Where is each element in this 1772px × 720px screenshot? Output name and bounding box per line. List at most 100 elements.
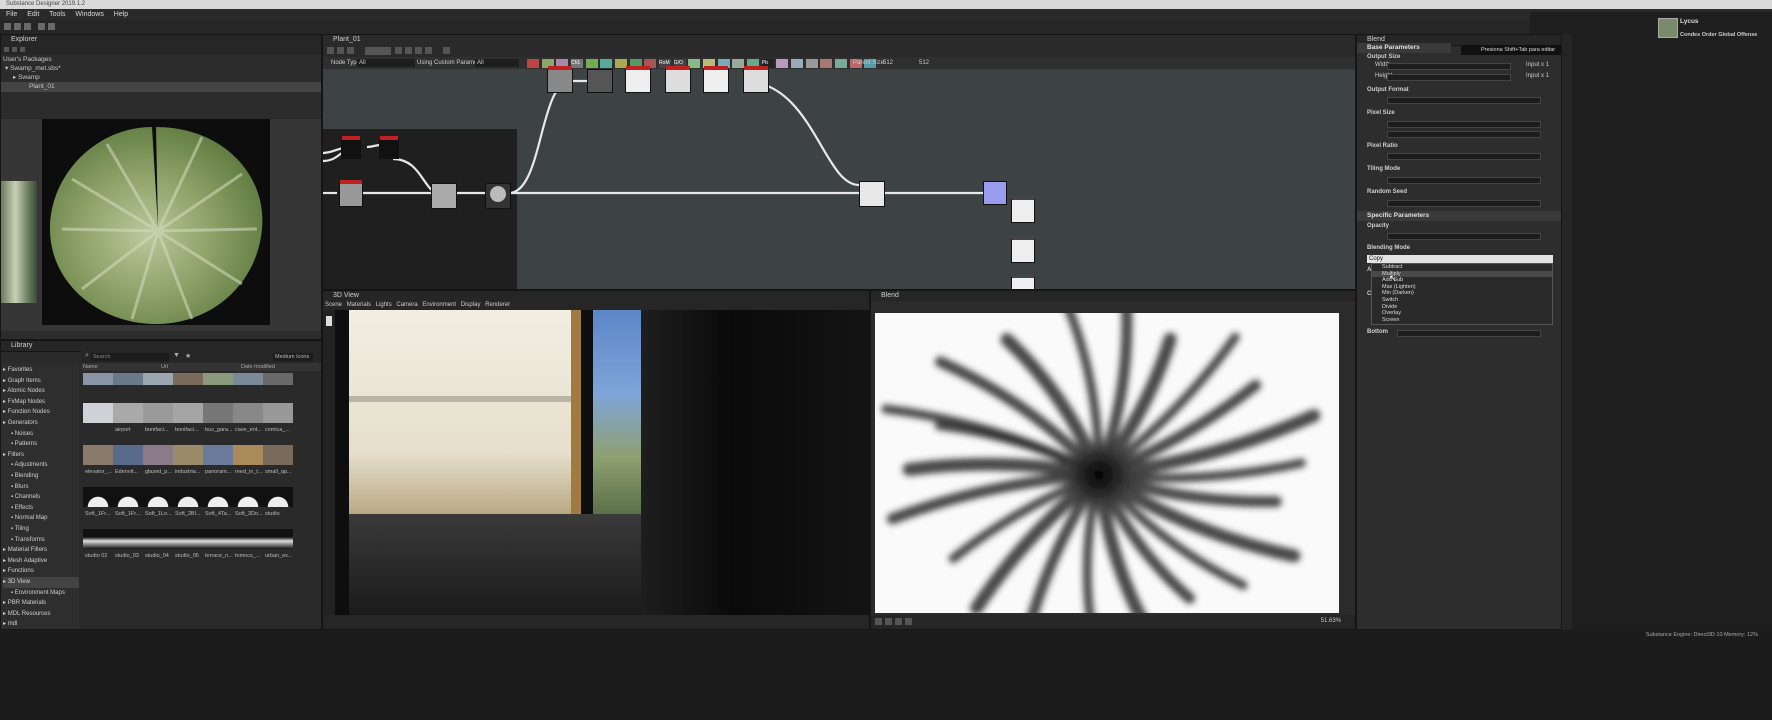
library-thumbnail[interactable] <box>173 445 203 465</box>
library-category[interactable]: ▸ Functions <box>3 566 34 577</box>
library-category[interactable]: ▸ Atomic Nodes <box>3 386 45 397</box>
library-search-input[interactable]: Search <box>91 353 169 361</box>
2d-tool-icon[interactable] <box>905 618 912 625</box>
library-thumbnail[interactable] <box>173 487 203 507</box>
graph-node[interactable] <box>431 183 457 209</box>
library-thumbnail[interactable] <box>113 487 143 507</box>
graph-node[interactable] <box>485 183 511 209</box>
library-thumbnail[interactable] <box>143 445 173 465</box>
library-thumbnail[interactable] <box>203 403 233 423</box>
library-thumbnail[interactable] <box>233 403 263 423</box>
uniform-color-node[interactable] <box>983 181 1007 205</box>
menu-help[interactable]: Help <box>114 11 128 18</box>
graph-node[interactable] <box>625 66 651 93</box>
library-thumbnail[interactable] <box>203 373 233 385</box>
library-category[interactable]: ▸ Filters <box>3 450 24 461</box>
blending-option[interactable]: Divide <box>1372 304 1552 311</box>
blending-option[interactable]: Multiply <box>1372 270 1552 278</box>
output-node[interactable] <box>1011 274 1035 289</box>
library-category[interactable]: ▪ Patterns <box>11 439 37 450</box>
library-thumbnail[interactable] <box>173 529 203 549</box>
3d-menu-lights[interactable]: Lights <box>376 302 392 308</box>
blending-option[interactable]: Screen <box>1372 317 1552 324</box>
3d-menu-camera[interactable]: Camera <box>396 302 417 308</box>
menu-windows[interactable]: Windows <box>75 11 103 18</box>
library-thumbnail[interactable] <box>143 529 173 549</box>
open-package-icon[interactable] <box>12 47 17 52</box>
new-package-icon[interactable] <box>4 47 9 52</box>
3d-menu-environment[interactable]: Environment <box>422 302 456 308</box>
3d-tool-icon[interactable] <box>326 316 332 326</box>
library-category[interactable]: ▸ PBR Materials <box>3 598 46 609</box>
library-thumbnail[interactable] <box>143 403 173 423</box>
menu-tools[interactable]: Tools <box>49 11 65 18</box>
specific-parameters-section[interactable]: Specific Parameters <box>1357 211 1561 221</box>
library-category[interactable]: ▪ Blurs <box>11 482 28 493</box>
library-category[interactable]: ▪ Tiling <box>11 524 29 535</box>
library-thumbnail[interactable] <box>233 529 263 549</box>
redo-icon[interactable] <box>48 23 55 30</box>
library-thumbnail[interactable] <box>83 373 113 385</box>
graph-node[interactable] <box>379 136 399 159</box>
library-thumbnail[interactable] <box>173 373 203 385</box>
library-thumbnail[interactable] <box>263 529 293 549</box>
library-thumbnail[interactable] <box>263 445 293 465</box>
pixel-size-height-slider[interactable] <box>1387 131 1541 138</box>
library-category[interactable]: ▸ FxMap Nodes <box>3 397 45 408</box>
library-category[interactable]: ▸ Mesh Adaptive <box>3 556 47 567</box>
library-category[interactable]: ▸ mdl <box>3 619 17 629</box>
library-category[interactable]: ▪ Environment Maps <box>11 588 65 599</box>
library-thumbnail[interactable] <box>143 487 173 507</box>
library-category[interactable]: ▸ Generators <box>3 418 38 429</box>
open-icon[interactable] <box>14 23 21 30</box>
favorite-icon[interactable]: ★ <box>185 352 191 360</box>
library-category[interactable]: ▸ Graph Items <box>3 376 41 387</box>
bottom-slider[interactable] <box>1397 330 1541 337</box>
save-icon[interactable] <box>24 23 31 30</box>
avatar[interactable] <box>1658 18 1678 38</box>
library-category[interactable]: ▸ 3D View <box>3 577 79 588</box>
library-category[interactable]: ▪ Noises <box>11 429 33 440</box>
graph-node[interactable] <box>547 66 573 93</box>
blending-option[interactable]: Switch <box>1372 297 1552 304</box>
3d-menu-scene[interactable]: Scene <box>325 302 342 308</box>
library-thumbnail[interactable] <box>113 403 143 423</box>
library-thumbnail[interactable] <box>263 403 293 423</box>
library-thumbnail[interactable] <box>113 529 143 549</box>
opacity-slider[interactable] <box>1387 233 1541 240</box>
library-thumbnail[interactable] <box>233 487 263 507</box>
output-format-select[interactable] <box>1387 97 1541 104</box>
column-url[interactable]: Url <box>161 363 168 371</box>
library-thumbnail[interactable] <box>83 487 113 507</box>
graph-node[interactable] <box>587 69 613 93</box>
library-thumbnail[interactable] <box>233 373 263 385</box>
2d-tool-icon[interactable] <box>875 618 882 625</box>
library-category[interactable]: ▸ Material Filters <box>3 545 47 556</box>
library-category[interactable]: ▪ Adjustments <box>11 460 47 471</box>
library-category[interactable]: ▸ Function Nodes <box>3 407 50 418</box>
filter-icon[interactable]: ▼ <box>173 352 180 359</box>
library-thumbnail[interactable] <box>233 445 263 465</box>
library-thumbnail[interactable] <box>203 445 233 465</box>
tree-item-graph[interactable]: Plant_01 <box>1 82 321 92</box>
output-node[interactable] <box>1011 196 1035 223</box>
output-node[interactable] <box>1011 236 1035 263</box>
library-thumbnail[interactable] <box>203 529 233 549</box>
graph-node[interactable] <box>341 136 361 159</box>
tiling-mode-select[interactable] <box>1387 177 1541 184</box>
save-package-icon[interactable] <box>20 47 25 52</box>
3d-menu-display[interactable]: Display <box>461 302 481 308</box>
blending-option[interactable]: Max (Lighten) <box>1372 284 1552 291</box>
library-category[interactable]: ▸ MDL Resources <box>3 609 50 620</box>
library-category[interactable]: ▪ Channels <box>11 492 40 503</box>
zoom-level[interactable]: 51.63% <box>1321 618 1341 624</box>
blending-mode-select[interactable]: Copy <box>1367 255 1553 263</box>
2d-viewport[interactable] <box>871 301 1355 615</box>
blending-option[interactable]: Add Sub <box>1372 277 1552 284</box>
column-date-modified[interactable]: Date modified <box>241 363 275 371</box>
blending-option[interactable]: Min (Darken) <box>1372 290 1552 297</box>
library-thumbnail[interactable] <box>83 529 113 549</box>
properties-scrollbar[interactable] <box>1562 34 1572 630</box>
pixel-size-width-slider[interactable] <box>1387 121 1541 128</box>
3d-menu-renderer[interactable]: Renderer <box>485 302 510 308</box>
